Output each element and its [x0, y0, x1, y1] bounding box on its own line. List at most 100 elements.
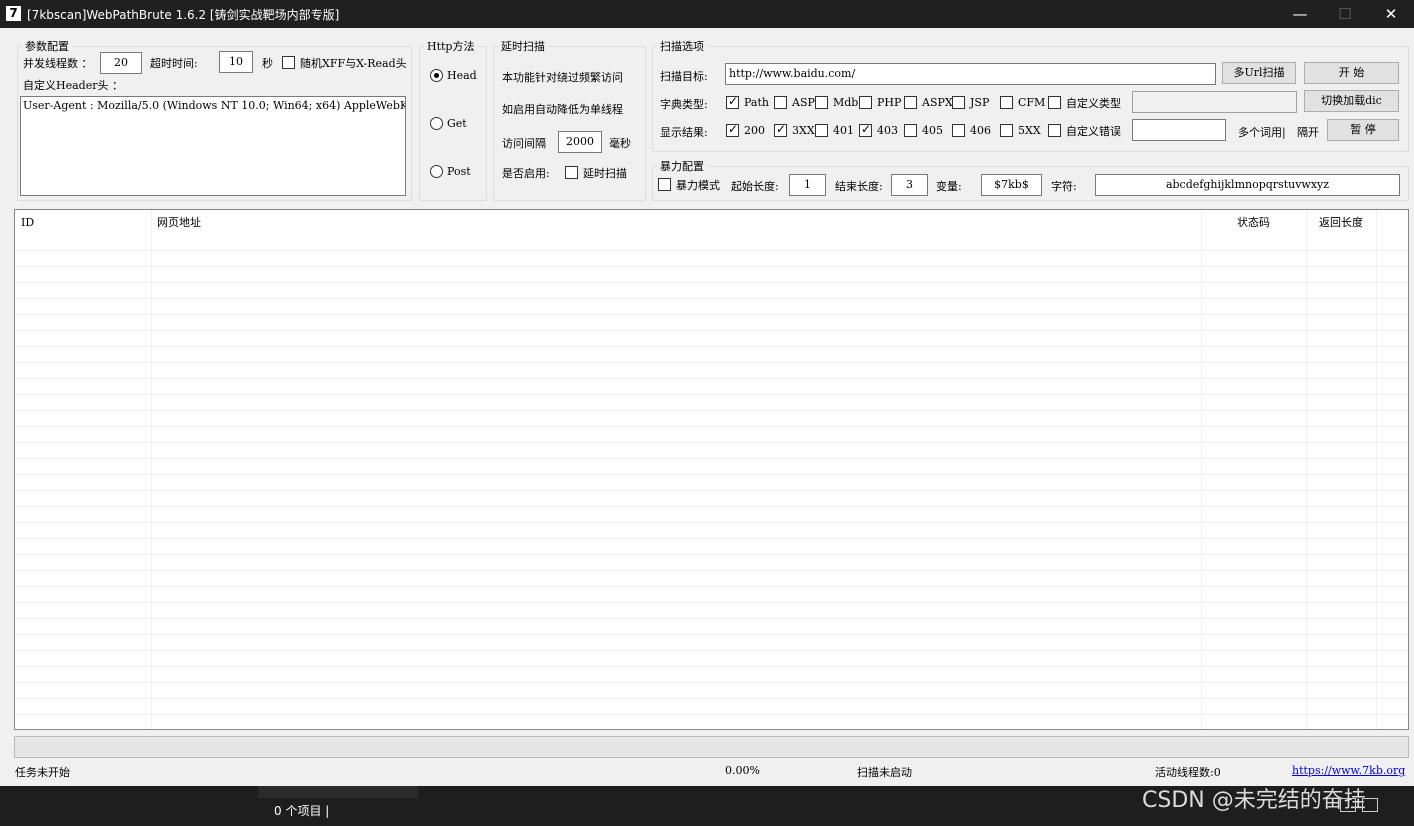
custom-type-input[interactable]	[1132, 91, 1297, 113]
row-gridline	[15, 346, 1408, 347]
row-gridline	[15, 602, 1408, 603]
website-link[interactable]: https://www.7kb.org	[1292, 764, 1405, 777]
result-403-checkbox[interactable]	[859, 122, 872, 137]
pause-button[interactable]: 暂 停	[1327, 119, 1399, 141]
dict-asp-checkbox[interactable]	[774, 96, 787, 109]
threads-label: 并发线程数 ：	[23, 57, 93, 70]
row-gridline	[15, 250, 1408, 251]
custom-header-textarea[interactable]: User-Agent : Mozilla/5.0 (Windows NT 10.…	[20, 96, 406, 196]
dict-custom-checkbox[interactable]	[1048, 96, 1061, 109]
delay-enable-label: 是否启用:	[502, 167, 550, 180]
end-len-input[interactable]: 3	[891, 174, 928, 196]
interval-input[interactable]: 2000	[558, 131, 602, 153]
start-len-input[interactable]: 1	[789, 174, 826, 196]
dict-custom-label: 自定义类型	[1066, 97, 1121, 110]
dict-jsp-label: JSP	[970, 96, 990, 109]
dict-jsp-checkbox[interactable]	[952, 96, 965, 109]
dict-cfm-checkbox[interactable]	[1000, 96, 1013, 109]
details-view-icon[interactable]	[1340, 798, 1356, 812]
scan-progress-bar	[14, 736, 1409, 758]
delay-enable-checkbox-label: 延时扫描	[583, 167, 627, 180]
column-header-id[interactable]: ID	[15, 210, 151, 236]
row-gridline	[15, 570, 1408, 571]
var-input[interactable]: $7kb$	[981, 174, 1042, 196]
result-405-label: 405	[922, 124, 943, 137]
timeout-input[interactable]: 10	[219, 51, 253, 73]
app-icon: 7	[6, 6, 21, 21]
row-gridline	[15, 282, 1408, 283]
result-405-checkbox[interactable]	[904, 124, 917, 137]
chars-input[interactable]: abcdefghijklmnopqrstuvwxyz	[1095, 174, 1400, 196]
dict-mdb-checkbox[interactable]	[815, 96, 828, 109]
maximize-button[interactable]: ☐	[1322, 0, 1368, 28]
chars-label: 字符:	[1051, 180, 1077, 193]
radio-head[interactable]	[430, 69, 443, 82]
delay-enable-checkbox[interactable]	[565, 166, 578, 179]
row-gridline	[15, 458, 1408, 459]
row-gridline	[15, 714, 1408, 715]
result-406-checkbox[interactable]	[952, 124, 965, 137]
column-header-length[interactable]: 返回长度	[1306, 210, 1376, 236]
dict-cfm-label: CFM	[1018, 96, 1046, 109]
target-input[interactable]: http://www.baidu.com/	[725, 63, 1216, 85]
result-5xx-label: 5XX	[1018, 124, 1041, 137]
target-label: 扫描目标:	[660, 70, 708, 83]
random-xff-checkbox[interactable]	[282, 56, 295, 69]
brute-legend: 暴力配置	[660, 160, 704, 173]
dict-path-label: Path	[744, 96, 769, 109]
dict-aspx-checkbox[interactable]	[904, 96, 917, 109]
row-gridline	[15, 554, 1408, 555]
result-200-checkbox[interactable]	[726, 122, 739, 137]
main-window: 7 [7kbscan]WebPathBrute 1.6.2 [铸剑实战靶场内部专…	[0, 0, 1414, 786]
custom-error-input[interactable]	[1132, 119, 1226, 141]
results-table[interactable]: ID 网页地址 状态码 返回长度	[14, 209, 1409, 730]
threads-input[interactable]: 20	[100, 52, 142, 74]
interval-label: 访问间隔	[502, 137, 546, 150]
brute-mode-checkbox[interactable]	[658, 178, 671, 191]
result-custom-error-checkbox[interactable]	[1048, 124, 1061, 137]
row-gridline	[15, 650, 1408, 651]
interval-unit: 毫秒	[609, 137, 631, 150]
row-gridline	[15, 442, 1408, 443]
dict-php-checkbox[interactable]	[859, 96, 872, 109]
radio-get[interactable]	[430, 117, 443, 130]
active-threads: 活动线程数:0	[1155, 766, 1221, 779]
radio-post[interactable]	[430, 165, 443, 178]
row-gridline	[15, 266, 1408, 267]
row-gridline	[15, 538, 1408, 539]
item-count: 0 个项目 |	[274, 804, 330, 818]
start-len-label: 起始长度:	[731, 180, 779, 193]
result-200-label: 200	[744, 124, 765, 137]
watermark: CSDN @未完结的奋挂	[1142, 788, 1366, 813]
delay-scan-legend: 延时扫描	[501, 40, 545, 53]
result-401-checkbox[interactable]	[815, 124, 828, 137]
multi-url-scan-button[interactable]: 多Url扫描	[1222, 62, 1296, 84]
params-legend: 参数配置	[25, 40, 69, 53]
column-header-status[interactable]: 状态码	[1201, 210, 1306, 236]
dict-asp-label: ASP	[792, 96, 815, 109]
start-button[interactable]: 开 始	[1304, 62, 1399, 84]
row-gridline	[15, 394, 1408, 395]
column-header-url[interactable]: 网页地址	[151, 210, 1201, 236]
title-bar: 7 [7kbscan]WebPathBrute 1.6.2 [铸剑实战靶场内部专…	[0, 0, 1414, 28]
scan-status: 扫描未启动	[857, 766, 912, 779]
progress-percent: 0.00%	[725, 764, 760, 777]
row-gridline	[15, 682, 1408, 683]
random-xff-label: 随机XFF与X-Read头	[300, 57, 407, 70]
result-5xx-checkbox[interactable]	[1000, 124, 1013, 137]
row-gridline	[15, 474, 1408, 475]
dict-path-checkbox[interactable]	[726, 94, 739, 109]
taskbar: 0 个项目 | CSDN @未完结的奋挂	[0, 786, 1414, 826]
row-gridline	[15, 586, 1408, 587]
column-divider	[1201, 210, 1202, 729]
large-icons-view-icon[interactable]	[1362, 798, 1378, 812]
result-3xx-checkbox[interactable]	[774, 122, 787, 137]
task-status: 任务未开始	[15, 766, 70, 779]
switch-dic-button[interactable]: 切换加载dic	[1304, 90, 1399, 112]
row-gridline	[15, 426, 1408, 427]
http-method-legend: Http方法	[427, 40, 475, 53]
row-gridline	[15, 362, 1408, 363]
delay-desc-1: 本功能针对绕过频繁访问	[502, 71, 623, 84]
minimize-button[interactable]: —	[1277, 0, 1323, 28]
close-button[interactable]: ✕	[1368, 0, 1414, 28]
